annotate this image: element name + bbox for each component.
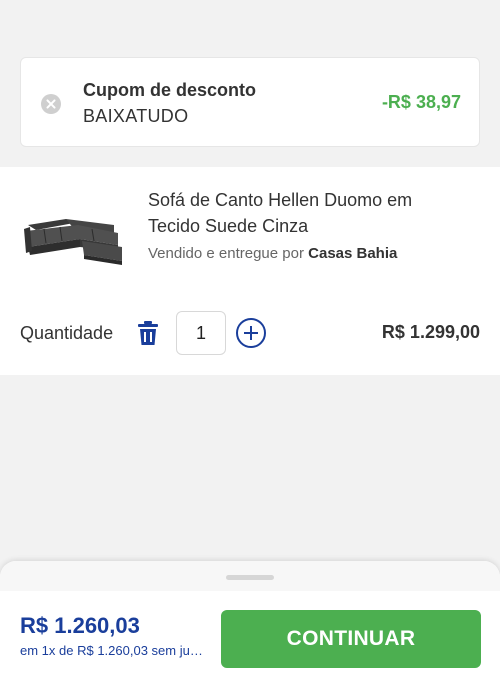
total-price: R$ 1.260,03 [20,613,140,638]
trash-icon[interactable] [138,321,158,345]
quantity-field[interactable]: 1 [176,311,226,355]
checkout-summary-sheet: R$ 1.260,03 em 1x de R$ 1.260,03 sem jur… [0,561,500,686]
product-seller: Vendido e entregue por Casas Bahia [148,245,397,262]
continue-button[interactable]: CONTINUAR [221,610,481,668]
seller-name: Casas Bahia [308,245,398,262]
coupon-title: Cupom de desconto [83,80,257,100]
sheet-header [0,561,500,591]
cart-page: Cupom de desconto BAIXATUDO -R$ 38,97 So… [0,0,500,686]
coupon-discount: -R$ 38,97 [381,92,461,112]
drag-handle[interactable] [226,575,274,580]
coupon-code: BAIXATUDO [83,106,189,126]
product-name[interactable]: Sofá de Canto Hellen Duomo em Tecido Sue… [148,187,468,239]
installments-text: em 1x de R$ 1.260,03 sem juros [20,643,205,658]
product-price: R$ 1.299,00 [381,322,480,342]
plus-icon[interactable] [236,318,266,348]
cart-item: Sofá de Canto Hellen Duomo em Tecido Sue… [0,167,500,375]
quantity-value: 1 [195,322,206,343]
sofa-image [24,219,122,265]
coupon-card: Cupom de desconto BAIXATUDO -R$ 38,97 [20,57,480,147]
close-circle-icon[interactable] [41,94,61,114]
seller-prefix: Vendido e entregue por [148,245,309,262]
quantity-label: Quantidade [20,323,114,343]
